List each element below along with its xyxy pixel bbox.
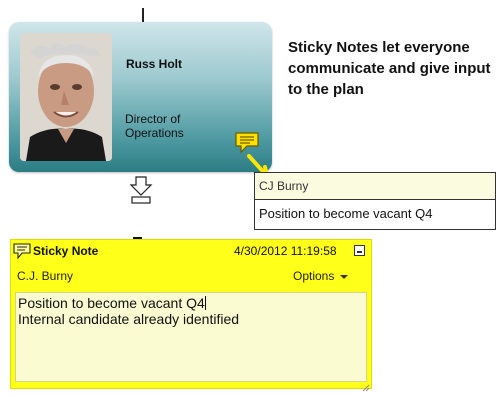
resize-grip-icon[interactable] bbox=[362, 379, 370, 392]
options-dropdown[interactable]: Options bbox=[293, 269, 349, 283]
chevron-down-icon bbox=[340, 274, 349, 279]
sticky-note-author: C.J. Burny bbox=[17, 269, 74, 283]
sticky-note-title: Sticky Note bbox=[33, 244, 99, 258]
sticky-note-window[interactable]: Sticky Note 4/30/2012 11:19:58 C.J. Burn… bbox=[10, 239, 372, 392]
note-line-2: Internal candidate already identified bbox=[18, 311, 240, 327]
org-chart-card[interactable]: Russ Holt Director of Operations bbox=[9, 22, 272, 172]
sticky-note-timestamp: 4/30/2012 11:19:58 bbox=[234, 244, 337, 258]
comment-tooltip: CJ Burny Position to become vacant Q4 bbox=[254, 172, 496, 230]
person-name: Russ Holt bbox=[126, 57, 183, 71]
person-photo bbox=[20, 33, 112, 161]
tooltip-author: CJ Burny bbox=[255, 173, 495, 200]
person-title: Director of Operations bbox=[125, 112, 184, 140]
sticky-note-icon bbox=[13, 243, 31, 260]
comment-icon[interactable] bbox=[234, 131, 260, 155]
connector-line-top bbox=[142, 8, 144, 22]
sticky-note-textarea[interactable]: Position to become vacant Q4 Internal ca… bbox=[15, 292, 367, 382]
tooltip-text: Position to become vacant Q4 bbox=[259, 206, 433, 221]
options-label: Options bbox=[293, 269, 335, 283]
note-line-1: Position to become vacant Q4 bbox=[18, 295, 205, 311]
minimize-icon[interactable] bbox=[354, 245, 365, 256]
expand-down-arrow-icon[interactable] bbox=[129, 176, 153, 204]
sticky-note-header[interactable]: Sticky Note 4/30/2012 11:19:58 bbox=[11, 240, 371, 262]
callout-text: Sticky Notes let everyone communicate an… bbox=[288, 39, 491, 98]
text-cursor bbox=[204, 296, 206, 310]
